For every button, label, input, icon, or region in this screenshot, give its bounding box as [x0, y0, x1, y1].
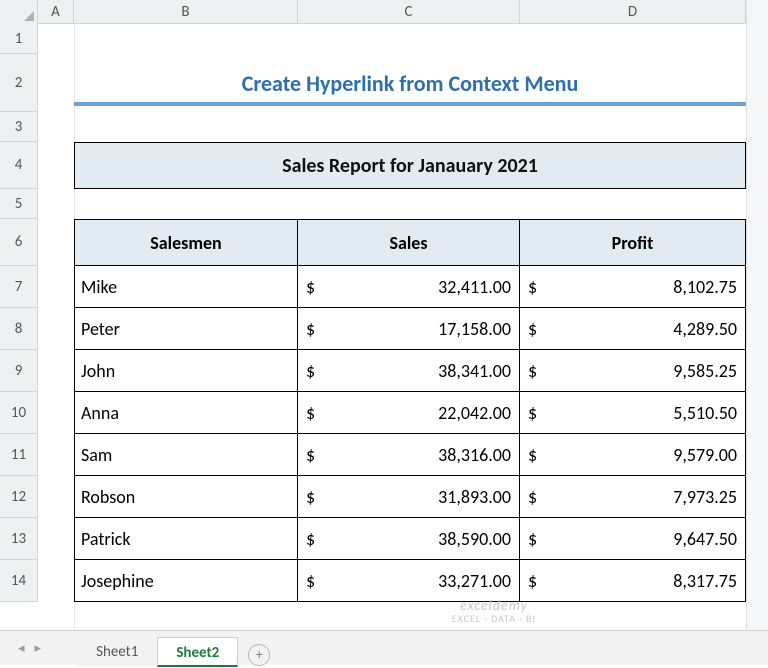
cell-salesman[interactable]: Patrick [74, 518, 298, 560]
tab-sheet2[interactable]: Sheet2 [157, 637, 238, 667]
row-header-13[interactable]: 13 [0, 518, 38, 560]
col-header-B[interactable]: B [74, 0, 298, 23]
row-header-7[interactable]: 7 [0, 266, 38, 308]
row-header-10[interactable]: 10 [0, 392, 38, 434]
row-headers: 1 2 3 4 5 6 7 8 9 10 11 12 13 14 [0, 24, 38, 602]
cell-sales[interactable]: $31,893.00 [298, 476, 520, 518]
cell-profit[interactable]: $7,973.25 [520, 476, 746, 518]
table-row[interactable]: John$38,341.00$9,585.25 [74, 350, 746, 392]
row-header-2[interactable]: 2 [0, 54, 38, 112]
cell-profit[interactable]: $9,647.50 [520, 518, 746, 560]
row-header-6[interactable]: 6 [0, 219, 38, 266]
tab-nav-next-icon[interactable]: ▸ [35, 641, 42, 656]
table-row[interactable]: Anna$22,042.00$5,510.50 [74, 392, 746, 434]
cell-salesman[interactable]: Josephine [74, 560, 298, 602]
cell-salesman[interactable]: John [74, 350, 298, 392]
table-row[interactable]: Josephine$33,271.00$8,317.75 [74, 560, 746, 602]
header-salesmen[interactable]: Salesmen [74, 219, 298, 266]
table-row[interactable]: Peter$17,158.00$4,289.50 [74, 308, 746, 350]
title-underline [74, 102, 746, 106]
select-all-corner[interactable] [0, 0, 38, 24]
tab-sheet1[interactable]: Sheet1 [77, 636, 157, 666]
table-row[interactable]: Mike$32,411.00$8,102.75 [74, 266, 746, 308]
tab-nav-prev-icon[interactable]: ◂ [18, 641, 25, 656]
scrollbar-vertical[interactable] [746, 0, 768, 630]
row-header-5[interactable]: 5 [0, 189, 38, 219]
row-header-9[interactable]: 9 [0, 350, 38, 392]
table-row[interactable]: Robson$31,893.00$7,973.25 [74, 476, 746, 518]
header-profit[interactable]: Profit [520, 219, 746, 266]
row-header-1[interactable]: 1 [0, 24, 38, 54]
col-header-D[interactable]: D [520, 0, 746, 23]
cell-sales[interactable]: $38,316.00 [298, 434, 520, 476]
cell-salesman[interactable]: Mike [74, 266, 298, 308]
cell-sales[interactable]: $33,271.00 [298, 560, 520, 602]
tab-nav-buttons: ◂ ▸ [0, 641, 59, 656]
table-body: Mike$32,411.00$8,102.75Peter$17,158.00$4… [74, 266, 746, 602]
cell-profit[interactable]: $9,579.00 [520, 434, 746, 476]
col-header-A[interactable]: A [38, 0, 74, 23]
row-header-3[interactable]: 3 [0, 112, 38, 142]
cell-sales[interactable]: $32,411.00 [298, 266, 520, 308]
row-header-14[interactable]: 14 [0, 560, 38, 602]
plus-icon: + [256, 646, 263, 663]
new-sheet-button[interactable]: + [248, 644, 270, 666]
report-header: Sales Report for Janauary 2021 [74, 142, 746, 189]
cell-salesman[interactable]: Peter [74, 308, 298, 350]
cell-profit[interactable]: $8,102.75 [520, 266, 746, 308]
row-header-8[interactable]: 8 [0, 308, 38, 350]
table-row[interactable]: Sam$38,316.00$9,579.00 [74, 434, 746, 476]
cell-sales[interactable]: $22,042.00 [298, 392, 520, 434]
page-title: Create Hyperlink from Context Menu [74, 54, 746, 112]
cell-profit[interactable]: $9,585.25 [520, 350, 746, 392]
table-header-row: Salesmen Sales Profit [74, 219, 746, 266]
cell-sales[interactable]: $38,341.00 [298, 350, 520, 392]
cell-salesman[interactable]: Anna [74, 392, 298, 434]
column-headers: A B C D [0, 0, 768, 24]
cell-sales[interactable]: $38,590.00 [298, 518, 520, 560]
table-row[interactable]: Patrick$38,590.00$9,647.50 [74, 518, 746, 560]
sheet-tab-strip: ◂ ▸ Sheet1 Sheet2 + [0, 630, 768, 665]
page-title-text: Create Hyperlink from Context Menu [242, 70, 579, 97]
cell-salesman[interactable]: Robson [74, 476, 298, 518]
row-header-12[interactable]: 12 [0, 476, 38, 518]
col-header-C[interactable]: C [298, 0, 520, 23]
cell-salesman[interactable]: Sam [74, 434, 298, 476]
cell-sales[interactable]: $17,158.00 [298, 308, 520, 350]
row-header-11[interactable]: 11 [0, 434, 38, 476]
row-header-4[interactable]: 4 [0, 142, 38, 189]
cell-profit[interactable]: $4,289.50 [520, 308, 746, 350]
cell-profit[interactable]: $5,510.50 [520, 392, 746, 434]
cell-profit[interactable]: $8,317.75 [520, 560, 746, 602]
header-sales[interactable]: Sales [298, 219, 520, 266]
